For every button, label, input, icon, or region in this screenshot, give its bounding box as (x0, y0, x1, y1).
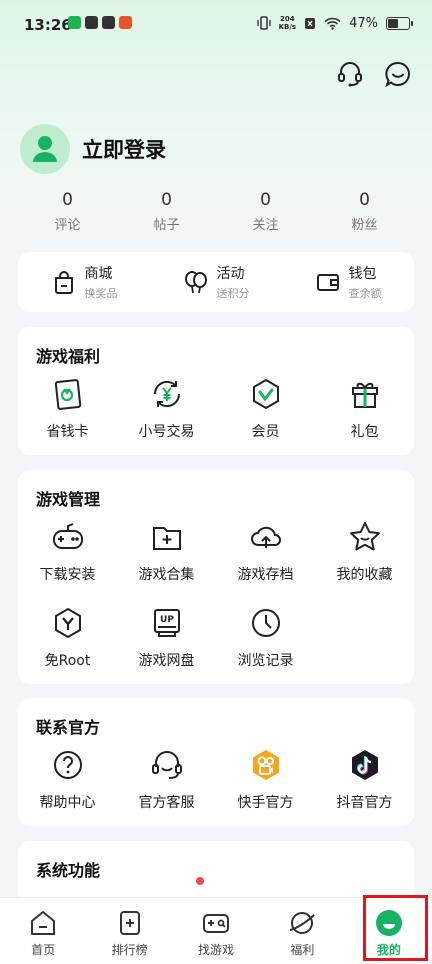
battery-icon (386, 16, 413, 30)
welfare-item-account-trade[interactable]: 小号交易 (117, 377, 216, 463)
find-game-icon (203, 914, 230, 933)
star-icon (349, 522, 380, 551)
quick-item-activity[interactable]: 活动 送积分 (150, 263, 282, 301)
app-notification-icon (85, 16, 98, 29)
ranking-icon (119, 911, 140, 935)
manage-item-history[interactable]: 浏览记录 (216, 606, 315, 692)
gamepad-icon (52, 523, 83, 549)
vip-badge-icon (252, 378, 279, 410)
vibrate-icon (256, 16, 271, 30)
svg-text:UP: UP (160, 615, 174, 625)
up-disk-icon: UP (153, 609, 180, 637)
tab-welfare[interactable]: 福利 (259, 898, 345, 964)
tab-highlight-box (363, 895, 428, 961)
user-stats: 0 评论 0 帖子 0 关注 0 粉丝 (18, 190, 414, 233)
contact-item-kuaishou[interactable]: 快手官方 (216, 748, 315, 834)
net-speed: 204 KB/s (278, 15, 297, 31)
clock-icon (251, 609, 280, 637)
status-right: 204 KB/s 47% (256, 15, 413, 31)
quick-item-shop[interactable]: 商城 换奖品 (18, 263, 150, 301)
battery-percent: 47% (349, 15, 378, 31)
contact-item-help[interactable]: 帮助中心 (18, 748, 117, 834)
sim-icon (305, 17, 316, 29)
customer-service-icon[interactable] (336, 60, 364, 88)
contact-item-douyin[interactable]: 抖音官方 (315, 748, 414, 834)
stat-posts[interactable]: 0 帖子 (117, 190, 216, 233)
wallet-icon (316, 274, 339, 291)
shop-bag-icon (54, 271, 73, 294)
top-actions (336, 60, 412, 88)
section-title: 系统功能 (36, 861, 101, 880)
game-welfare-card: 游戏福利 省钱卡 小号交易 会员 礼包 (18, 327, 414, 455)
stat-following[interactable]: 0 关注 (216, 190, 315, 233)
quick-item-wallet[interactable]: 钱包 查余额 (282, 263, 414, 301)
manage-item-save-data[interactable]: 游戏存档 (216, 520, 315, 606)
welfare-item-save-card[interactable]: 省钱卡 (18, 377, 117, 463)
contact-item-service[interactable]: 官方客服 (117, 748, 216, 834)
section-title: 联系官方 (36, 718, 101, 737)
app-notification-icon (68, 16, 81, 29)
app-notification-icon (102, 16, 115, 29)
message-icon[interactable] (384, 60, 412, 88)
game-management-card: 游戏管理 下载安装 游戏合集 游戏存档 我的收藏 免Root UP 游戏网盘 浏… (18, 470, 414, 684)
douyin-icon (351, 750, 378, 780)
planet-icon (290, 912, 316, 934)
quick-actions-card: 商城 换奖品 活动 送积分 钱包 查余额 (18, 252, 414, 312)
avatar[interactable] (20, 124, 70, 174)
contact-official-card: 联系官方 帮助中心 官方客服 快手官方 抖音官方 (18, 698, 414, 826)
welfare-item-vip[interactable]: 会员 (216, 377, 315, 463)
headset-icon (151, 751, 182, 779)
manage-item-favorites[interactable]: 我的收藏 (315, 520, 414, 606)
notification-dot (196, 877, 204, 885)
save-card-icon (54, 379, 81, 410)
login-row[interactable]: 立即登录 (20, 124, 166, 174)
tab-find-game[interactable]: 找游戏 (173, 898, 259, 964)
wifi-icon (324, 17, 341, 30)
welfare-item-gift[interactable]: 礼包 (315, 377, 414, 463)
cloud-upload-icon (250, 526, 281, 548)
kuaishou-icon (252, 750, 279, 780)
tab-ranking[interactable]: 排行榜 (86, 898, 172, 964)
question-icon (53, 751, 82, 779)
home-icon (31, 911, 56, 935)
stat-comments[interactable]: 0 评论 (18, 190, 117, 233)
manage-item-download[interactable]: 下载安装 (18, 520, 117, 606)
manage-item-cloud-disk[interactable]: UP 游戏网盘 (117, 606, 216, 692)
folder-add-icon (152, 527, 181, 550)
section-title: 游戏管理 (36, 490, 101, 509)
manage-item-no-root[interactable]: 免Root (18, 606, 117, 692)
balloon-icon (184, 271, 207, 294)
login-button[interactable]: 立即登录 (82, 134, 166, 164)
app-notification-icon (119, 16, 132, 29)
tab-home[interactable]: 首页 (0, 898, 86, 964)
status-bar: 13:26 204 KB/s 47% (0, 0, 432, 50)
status-time: 13:26 (24, 16, 72, 34)
status-app-icons (68, 16, 132, 29)
hexagon-y-icon (54, 607, 81, 639)
section-title: 游戏福利 (36, 347, 101, 366)
user-icon (33, 136, 57, 162)
stat-fans[interactable]: 0 粉丝 (315, 190, 414, 233)
manage-item-collection[interactable]: 游戏合集 (117, 520, 216, 606)
yuan-exchange-icon (153, 380, 180, 408)
gift-icon (351, 382, 378, 408)
